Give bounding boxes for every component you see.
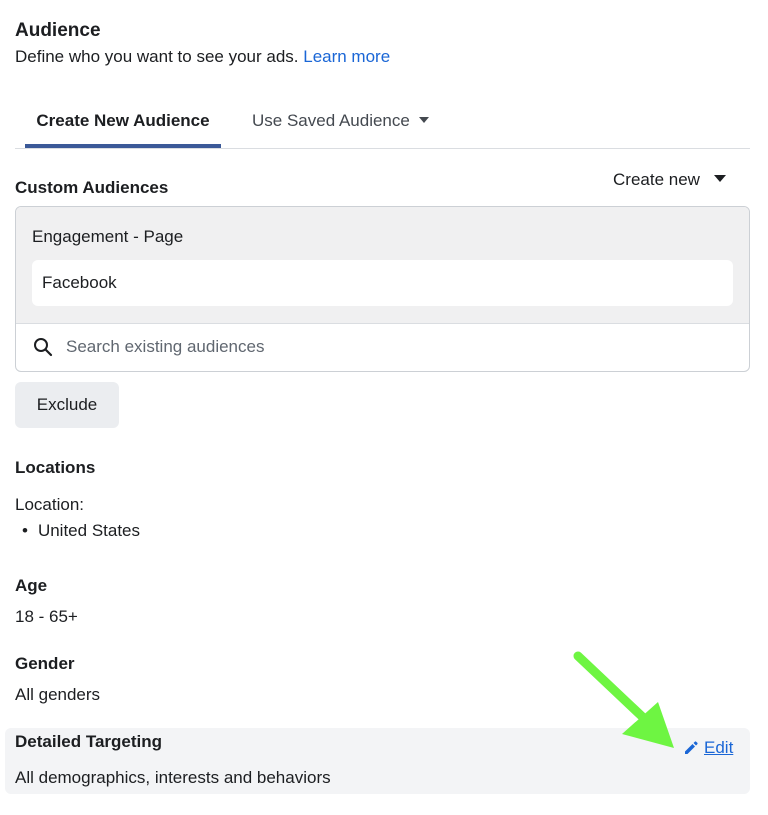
locations-label: Locations [15, 458, 96, 477]
section-subtitle: Define who you want to see your ads. Lea… [15, 47, 390, 67]
audience-search-row [16, 324, 749, 371]
selected-audiences-area: Engagement - Page Facebook [16, 207, 749, 324]
subtitle-text: Define who you want to see your ads. [15, 47, 299, 66]
selected-audience-chip[interactable]: Facebook [32, 260, 733, 306]
search-icon [34, 338, 53, 357]
gender-value: All genders [15, 685, 101, 704]
location-sub-label: Location: [15, 495, 84, 514]
selected-audience-label: Facebook [42, 273, 117, 292]
tab-label: Use Saved Audience [252, 111, 410, 130]
exclude-button[interactable]: Exclude [15, 382, 119, 428]
section-title: Audience [15, 20, 101, 41]
audience-group-label: Engagement - Page [32, 227, 184, 246]
audience-tabs: Create New Audience Use Saved Audience [15, 100, 750, 149]
detailed-targeting-label: Detailed Targeting [15, 732, 163, 751]
tab-create-new-audience[interactable]: Create New Audience [25, 100, 221, 148]
tab-use-saved-audience[interactable]: Use Saved Audience [252, 100, 429, 146]
create-new-dropdown[interactable]: Create new [613, 170, 726, 190]
gender-label: Gender [15, 654, 75, 673]
learn-more-link[interactable]: Learn more [303, 47, 390, 66]
caret-down-icon [713, 175, 726, 182]
age-value: 18 - 65+ [15, 607, 78, 626]
custom-audiences-label: Custom Audiences [15, 178, 169, 197]
caret-down-icon [418, 117, 429, 123]
detailed-targeting-value: All demographics, interests and behavior… [15, 768, 331, 787]
pencil-icon [685, 741, 698, 754]
arrow-annotation-icon [573, 651, 674, 748]
edit-link[interactable]: Edit [683, 738, 733, 758]
tab-label: Create New Audience [36, 111, 210, 130]
create-new-label: Create new [613, 170, 700, 189]
edit-label: Edit [704, 738, 734, 757]
age-label: Age [15, 576, 48, 595]
custom-audience-selector: Engagement - Page Facebook [15, 206, 750, 372]
location-item: United States [22, 521, 140, 541]
search-existing-audiences-input[interactable] [66, 333, 666, 361]
